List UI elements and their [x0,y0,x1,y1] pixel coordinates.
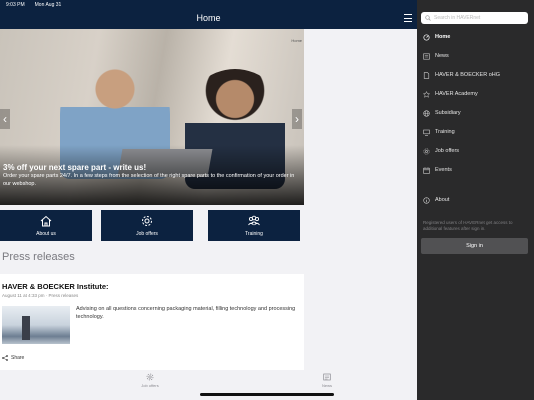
drawer-item-label: About [435,197,450,203]
bottom-nav-job-offers[interactable]: Job offers [120,373,180,388]
events-icon [423,166,430,174]
news-icon [423,53,430,60]
drawer-item-label: Home [435,34,451,40]
drawer-item-training[interactable]: Training [423,126,528,138]
drawer-item-home[interactable]: Home [423,31,528,43]
gear-icon [142,216,152,226]
card-title: HAVER & BOECKER Institute: [2,282,109,291]
card-meta: August 11 at 4:33 pm · Press releases [2,293,79,298]
search-icon [425,15,431,21]
star-icon [423,90,430,98]
app-header: Home [0,9,417,29]
info-icon [423,196,430,204]
news-icon [323,373,331,381]
house-icon [40,215,52,227]
drawer-item-about[interactable]: About [423,194,528,206]
side-drawer: Home News HAVER & BOECKER oHG HAVER Acad… [417,0,534,400]
people-icon [248,215,260,226]
drawer-item-label: News [435,53,449,59]
drawer-item-label: Events [435,167,452,173]
drawer-item-label: Job offers [435,148,460,154]
tile-label: About us [36,231,56,237]
hero-pager: Home [291,38,302,43]
page-title: Home [196,13,221,23]
tile-job-offers[interactable]: Job offers [101,210,193,241]
share-button[interactable]: Share [2,355,24,361]
status-time: 9:03 PM [6,1,25,8]
quick-links: About us Job offers Training [0,210,304,241]
hero-headline: 3% off your next spare part - write us! [3,163,147,172]
drawer-item-academy[interactable]: HAVER Academy [423,88,528,100]
status-bar: 9:03 PM Mon Aug 31 [0,0,417,9]
card-thumbnail [2,306,70,344]
document-icon [423,71,430,79]
tile-label: Training [245,231,263,237]
chevron-left-icon[interactable]: ‹ [0,109,10,129]
drawer-item-label: Training [435,129,455,135]
home-indicator[interactable] [200,393,334,396]
bottom-nav-label: News [321,383,332,388]
drawer-item-events[interactable]: Events [423,164,528,176]
tile-about-us[interactable]: About us [0,210,92,241]
drawer-item-news[interactable]: News [423,50,528,62]
drawer-item-haver-boecker[interactable]: HAVER & BOECKER oHG [423,69,528,81]
press-releases-heading: Press releases [2,251,75,263]
search-box[interactable] [421,12,528,24]
sign-in-hint: Registered users of HAVERnet get access … [423,220,513,231]
bottom-nav-news[interactable]: News [297,373,357,388]
sign-in-button[interactable]: Sign in [421,238,528,254]
press-release-card[interactable]: HAVER & BOECKER Institute: August 11 at … [0,274,304,370]
share-icon [2,355,8,361]
card-description: Advising on all questions concerning pac… [76,306,296,320]
main-panel: 9:03 PM Mon Aug 31 Home Home ‹ › 3% off … [0,0,417,400]
tile-label: Job offers [136,231,158,237]
chevron-right-icon[interactable]: › [292,109,302,129]
gear-icon [146,373,154,381]
bottom-nav-label: Job offers [141,383,159,388]
home-icon [423,33,430,41]
drawer-item-label: HAVER & BOECKER oHG [435,72,500,78]
tile-training[interactable]: Training [208,210,300,241]
hero-banner[interactable]: Home ‹ › 3% off your next spare part - w… [0,29,304,205]
drawer-item-label: Subsidiary [435,110,461,116]
share-label: Share [11,355,25,361]
status-date: Mon Aug 31 [34,1,62,8]
drawer-item-subsidiary[interactable]: Subsidiary [423,107,528,119]
training-icon [423,129,430,136]
drawer-item-label: HAVER Academy [435,91,478,97]
gear-icon [423,147,430,155]
hamburger-menu-icon[interactable] [404,14,412,22]
hero-text: Order your spare parts 24/7. In a few st… [3,173,295,187]
drawer-item-job-offers[interactable]: Job offers [423,145,528,157]
search-input[interactable] [434,15,524,21]
globe-icon [423,109,430,117]
